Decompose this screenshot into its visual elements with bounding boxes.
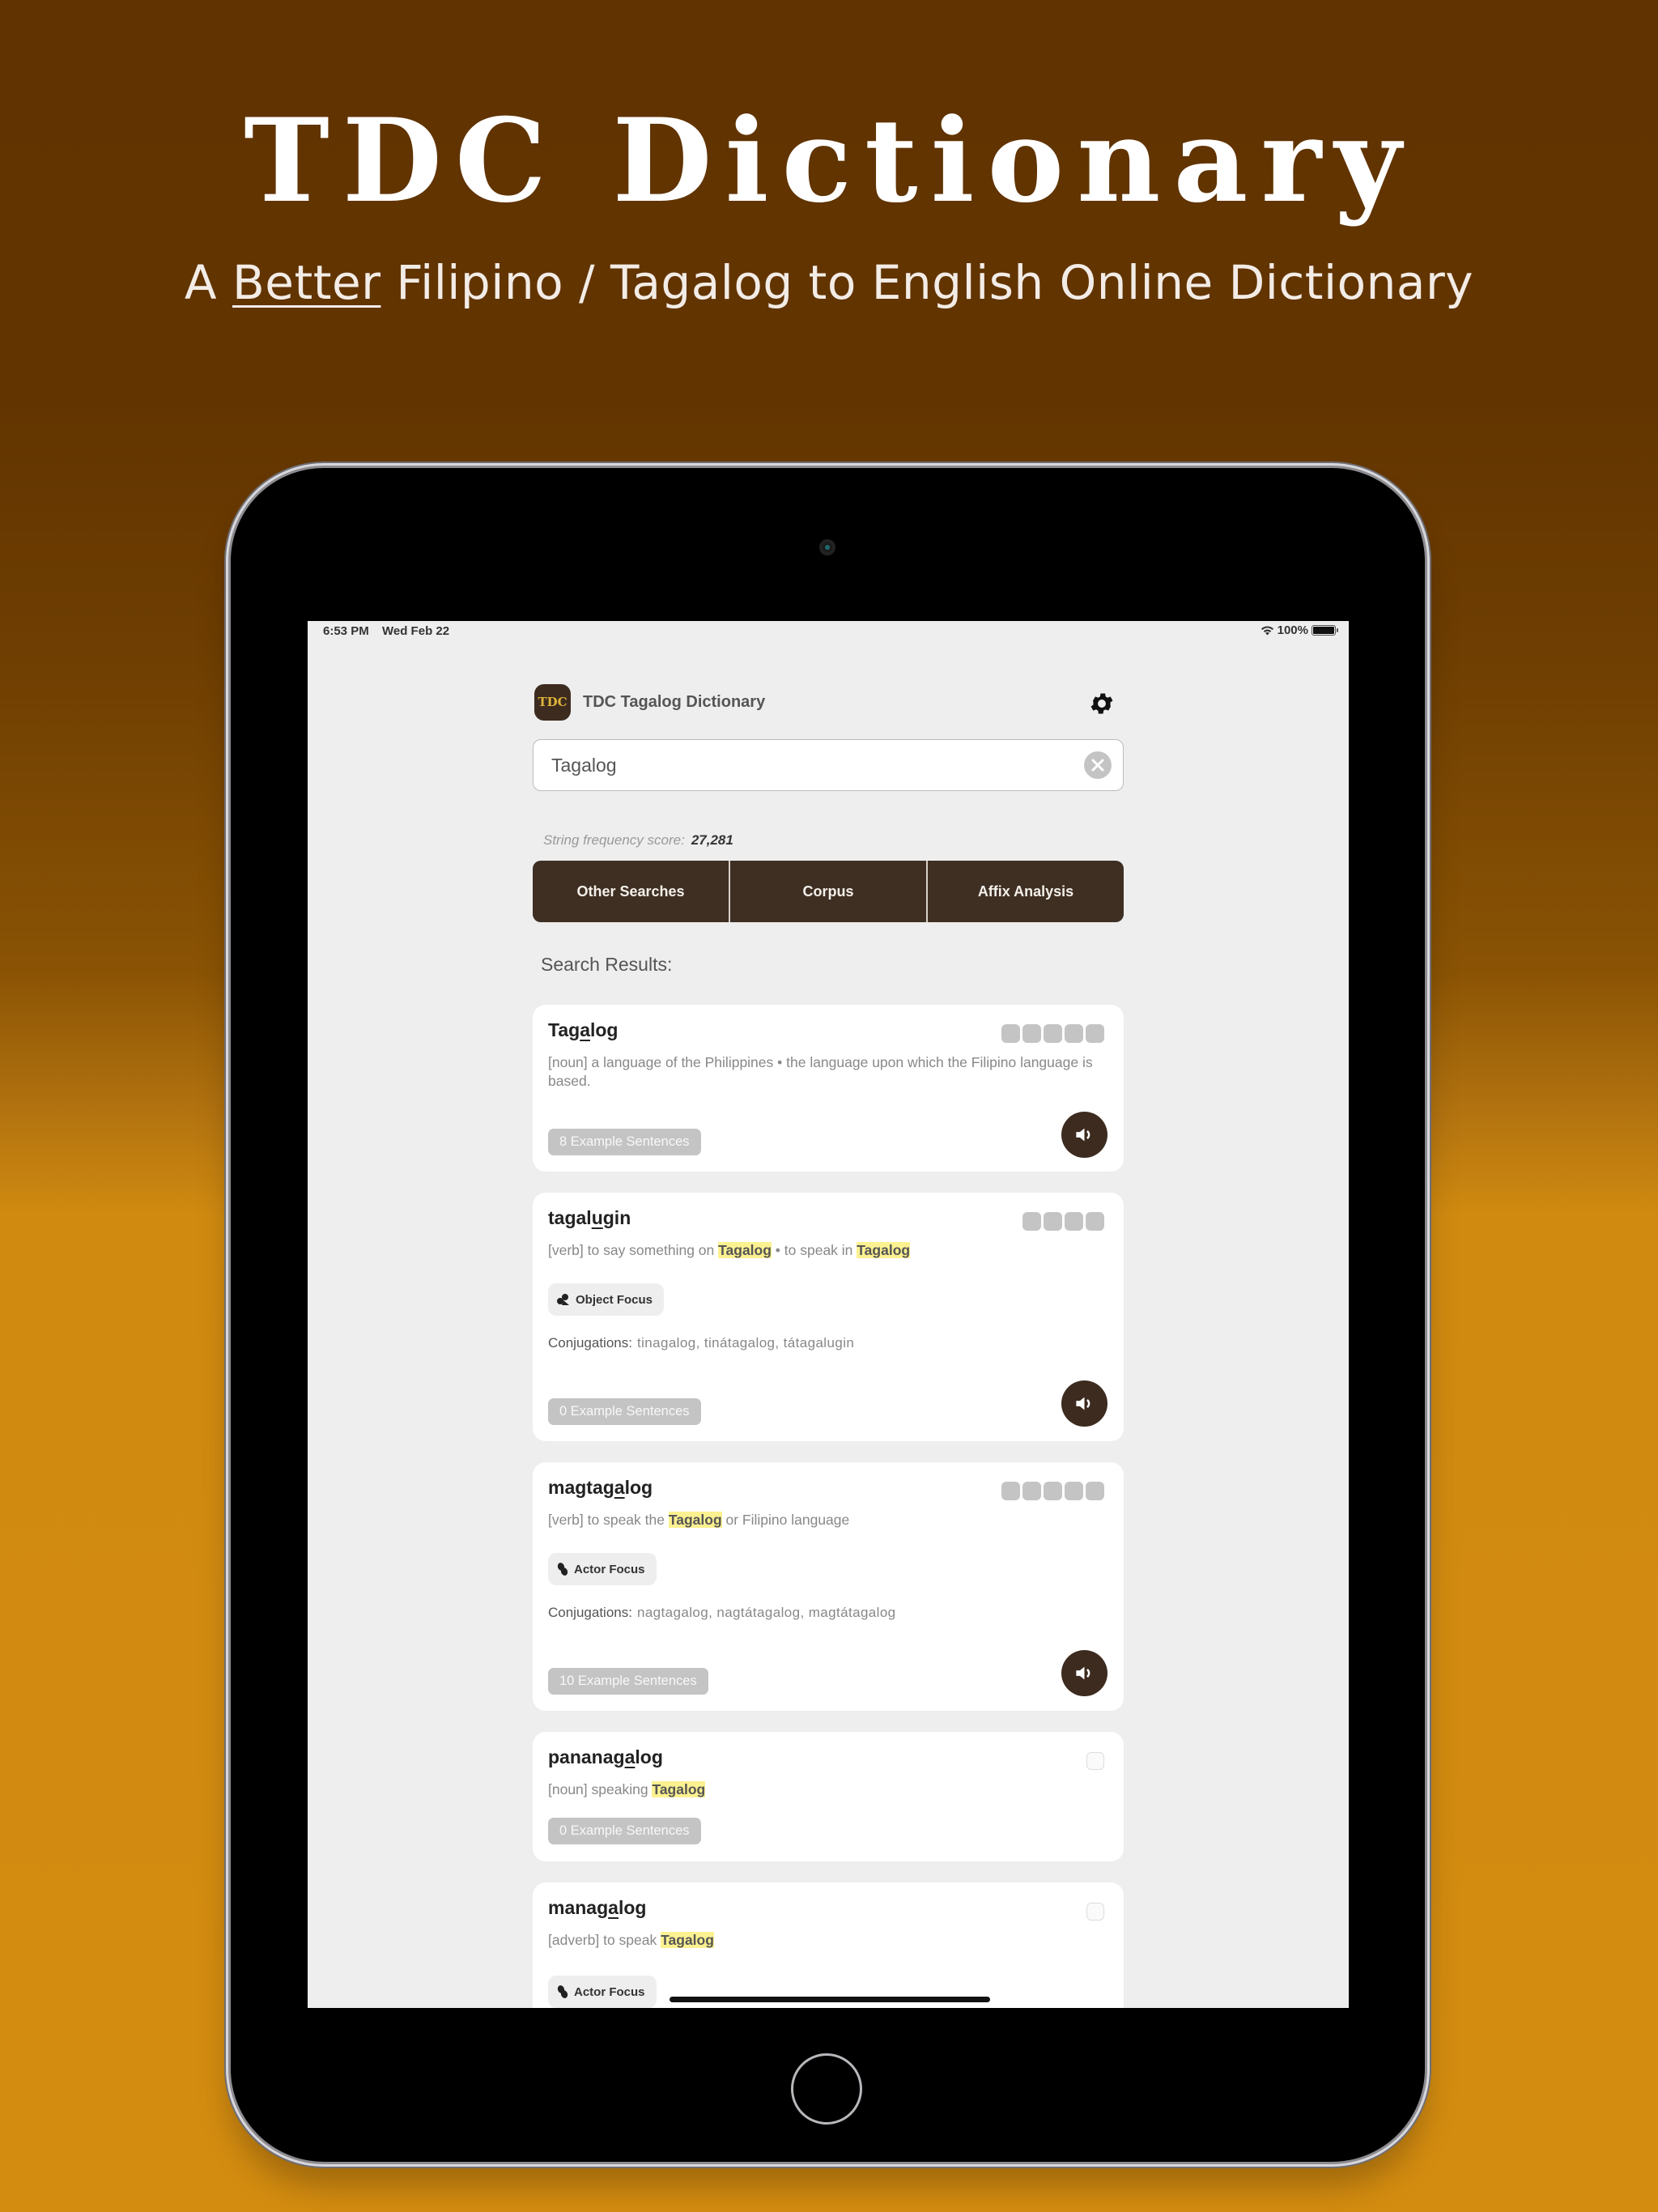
front-camera-icon xyxy=(819,539,835,555)
app-title: TDC Tagalog Dictionary xyxy=(583,693,766,711)
result-word: managalog xyxy=(548,1897,647,1918)
subtitle-suffix: Filipino / Tagalog to English Online Dic… xyxy=(380,255,1474,310)
action-tabs: Other Searches Corpus Affix Analysis xyxy=(533,861,1124,922)
app-header: TDC TDC Tagalog Dictionary xyxy=(533,682,1124,722)
frequency-empty-box xyxy=(1086,1752,1104,1770)
result-card[interactable]: pananagalog [noun] speaking Tagalog 0 Ex… xyxy=(533,1732,1124,1861)
result-card[interactable]: tagalugin [verb] to say something on Tag… xyxy=(533,1193,1124,1441)
highlight: Tagalog xyxy=(652,1781,706,1797)
battery-percent: 100% xyxy=(1277,623,1308,637)
app-logo: TDC xyxy=(534,684,571,721)
result-card[interactable]: magtagalog [verb] to speak the Tagalog o… xyxy=(533,1462,1124,1711)
frequency-bar xyxy=(1022,1212,1041,1231)
frequency-bar xyxy=(1086,1212,1104,1231)
frequency-score: String frequency score: 27,281 xyxy=(543,832,733,849)
wifi-icon xyxy=(1261,626,1273,636)
speaker-icon xyxy=(1076,1128,1090,1142)
status-right: 100% xyxy=(1261,623,1338,637)
highlight: Tagalog xyxy=(668,1512,722,1528)
conjugations: Conjugations: nagtagalog, nagtátagalog, m… xyxy=(548,1605,896,1620)
result-word: pananagalog xyxy=(548,1746,663,1767)
result-word: Tagalog xyxy=(548,1019,619,1040)
result-definition: [noun] speaking Tagalog xyxy=(548,1781,706,1797)
result-definition: [adverb] to speak Tagalog xyxy=(548,1932,714,1948)
frequency-bar xyxy=(1001,1482,1020,1500)
gear-icon[interactable] xyxy=(1088,690,1116,717)
clear-search-button[interactable] xyxy=(1084,751,1112,779)
hero-title: TDC Dictionary xyxy=(244,94,1414,228)
conjugations: Conjugations: tinagalog, tinátagalog, tát… xyxy=(548,1335,855,1351)
results-label: Search Results: xyxy=(541,954,673,975)
subtitle-emphasis: Better xyxy=(232,255,381,310)
actor-focus-icon xyxy=(557,1563,568,1576)
example-sentences-button[interactable]: 0 Example Sentences xyxy=(548,1818,701,1844)
frequency-bar xyxy=(1065,1024,1083,1043)
frequency-bars xyxy=(1022,1212,1104,1231)
tab-affix-analysis[interactable]: Affix Analysis xyxy=(926,861,1124,922)
frequency-bar xyxy=(1086,1024,1104,1043)
object-focus-icon xyxy=(557,1294,569,1305)
audio-button[interactable] xyxy=(1061,1112,1107,1158)
highlight: Tagalog xyxy=(718,1242,772,1258)
example-sentences-button[interactable]: 0 Example Sentences xyxy=(548,1398,701,1425)
frequency-bar xyxy=(1022,1024,1041,1043)
highlight: Tagalog xyxy=(661,1932,714,1948)
result-card[interactable]: Tagalog [noun] a language of the Philipp… xyxy=(533,1005,1124,1172)
frequency-bar xyxy=(1086,1482,1104,1500)
actor-focus-icon xyxy=(557,1985,568,1998)
frequency-bars xyxy=(1001,1024,1104,1043)
frequency-bar xyxy=(1001,1024,1020,1043)
frequency-value: 27,281 xyxy=(691,832,733,848)
result-definition: [verb] to say something on Tagalog • to … xyxy=(548,1242,911,1258)
focus-chip: Actor Focus xyxy=(548,1553,657,1585)
example-sentences-button[interactable]: 10 Example Sentences xyxy=(548,1668,708,1695)
speaker-icon xyxy=(1076,1666,1090,1680)
close-icon xyxy=(1091,759,1104,772)
ipad-screen: 6:53 PM Wed Feb 22 100% TDC TDC Tagalog … xyxy=(308,621,1349,2008)
frequency-empty-box xyxy=(1086,1903,1104,1921)
home-indicator[interactable] xyxy=(670,1997,990,2002)
result-definition: [verb] to speak the Tagalog or Filipino … xyxy=(548,1512,850,1528)
frequency-bar xyxy=(1044,1482,1062,1500)
result-card[interactable]: managalog [adverb] to speak Tagalog Acto… xyxy=(533,1882,1124,2008)
example-sentences-button[interactable]: 8 Example Sentences xyxy=(548,1129,701,1155)
frequency-bar xyxy=(1065,1482,1083,1500)
search-input[interactable] xyxy=(550,740,1055,791)
subtitle-prefix: A xyxy=(184,255,232,310)
status-date: Wed Feb 22 xyxy=(382,624,450,638)
search-box xyxy=(533,739,1124,791)
frequency-bar xyxy=(1065,1212,1083,1231)
tab-corpus[interactable]: Corpus xyxy=(729,861,926,922)
status-time: 6:53 PM xyxy=(323,624,369,638)
focus-chip: Actor Focus xyxy=(548,1976,657,2008)
frequency-bars xyxy=(1001,1482,1104,1500)
frequency-label: String frequency score: xyxy=(543,832,685,848)
result-definition: [noun] a language of the Philippines • t… xyxy=(548,1054,1093,1089)
status-bar: 6:53 PM Wed Feb 22 100% xyxy=(308,621,1349,642)
home-button[interactable] xyxy=(791,2053,862,2125)
focus-chip: Object Focus xyxy=(548,1283,665,1316)
battery-icon xyxy=(1312,625,1338,636)
audio-button[interactable] xyxy=(1061,1380,1107,1427)
audio-button[interactable] xyxy=(1061,1650,1107,1696)
frequency-bar xyxy=(1022,1482,1041,1500)
frequency-bar xyxy=(1044,1212,1062,1231)
speaker-icon xyxy=(1076,1397,1090,1410)
highlight: Tagalog xyxy=(857,1242,911,1258)
tab-other-searches[interactable]: Other Searches xyxy=(533,861,729,922)
result-word: tagalugin xyxy=(548,1207,631,1228)
hero-subtitle: A Better Filipino / Tagalog to English O… xyxy=(0,257,1658,309)
frequency-bar xyxy=(1044,1024,1062,1043)
result-word: magtagalog xyxy=(548,1477,653,1498)
